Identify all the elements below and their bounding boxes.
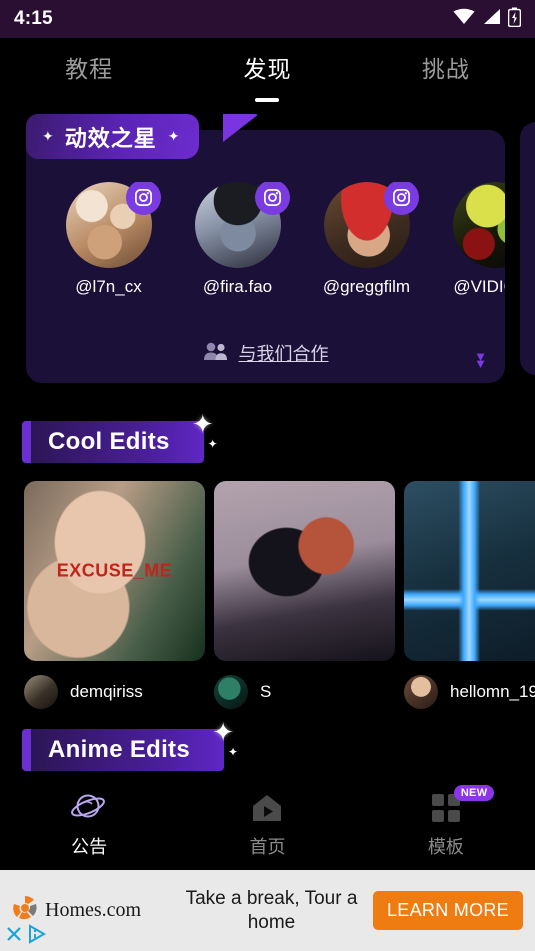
creator-item[interactable]: @greggfilm: [302, 182, 431, 297]
tab-tutorials[interactable]: 教程: [0, 38, 178, 84]
status-bar: 4:15: [0, 0, 535, 38]
video-thumbnail[interactable]: [214, 481, 395, 661]
double-chevron-down-icon[interactable]: ▼ ▼: [474, 350, 487, 369]
status-time: 4:15: [14, 8, 53, 29]
video-card-footer[interactable]: hellomn_19: [404, 675, 535, 709]
ad-banner[interactable]: Homes.com Take a break, Tour a home LEAR…: [0, 870, 535, 951]
section-title: Cool Edits: [48, 428, 170, 455]
tab-challenge-label: 挑战: [421, 56, 470, 82]
tab-tutorials-label: 教程: [65, 56, 114, 82]
sparkle-small-icon: ✦: [207, 437, 218, 451]
nav-label-home: 首页: [249, 837, 286, 857]
nav-label-announcements: 公告: [71, 837, 108, 857]
tab-underline: [255, 98, 280, 102]
creator-handle: @fira.fao: [202, 277, 273, 296]
star-carousel[interactable]: ✦ 动效之星 ✦ @l7n_cx @fira.fao @greggfilm @V…: [0, 108, 535, 383]
nav-item-announcements[interactable]: 公告: [0, 789, 178, 859]
creator-item[interactable]: @fira.fao: [173, 182, 302, 297]
tab-discover-label: 发现: [243, 56, 292, 82]
tab-discover[interactable]: 发现: [178, 38, 356, 102]
sparkle-icon: ✦: [167, 128, 180, 144]
discover-feed[interactable]: ✦ 动效之星 ✦ @l7n_cx @fira.fao @greggfilm @V…: [0, 108, 535, 778]
thumbnail-overlay-text: EXCUSE_ME: [56, 560, 173, 581]
video-thumbnail[interactable]: [404, 481, 535, 661]
sparkle-icon: ✦: [191, 409, 214, 439]
avatar[interactable]: [404, 675, 438, 709]
video-card[interactable]: EXCUSE_ME demqiriss: [24, 481, 205, 709]
video-card[interactable]: hellomn_19: [404, 481, 535, 709]
video-card-footer[interactable]: demqiriss: [24, 675, 205, 709]
section-title: Anime Edits: [48, 736, 190, 763]
sparkle-icon: ✦: [212, 717, 234, 747]
instagram-icon[interactable]: [384, 182, 419, 215]
grid-icon: [357, 789, 535, 827]
collaborate-label: 与我们合作: [238, 344, 329, 364]
collaborate-link[interactable]: 与我们合作: [26, 340, 505, 366]
video-thumbnail[interactable]: EXCUSE_ME: [24, 481, 205, 661]
top-tab-bar: 教程 发现 挑战: [0, 38, 535, 108]
creator-item[interactable]: @VIDICTS: [431, 182, 505, 297]
people-icon: [203, 341, 229, 366]
section-header-anime-edits: Anime Edits ✦ ✦: [22, 717, 238, 771]
status-icons: [453, 7, 522, 32]
video-card[interactable]: S󠀠󠀠󠀠󠀠󠀠󠀠󠀠󠀠 󠀠󠀠󠀠: [214, 481, 395, 709]
creator-handle: @VIDICTS: [453, 277, 505, 296]
creator-list[interactable]: @l7n_cx @fira.fao @greggfilm @VIDI: [26, 182, 505, 297]
ad-headline: Take a break, Tour a home: [185, 887, 358, 933]
creator-item[interactable]: @l7n_cx: [44, 182, 173, 297]
planet-icon: [0, 789, 178, 827]
wifi-icon: [453, 8, 475, 30]
video-username: S󠀠󠀠󠀠󠀠󠀠󠀠󠀠󠀠 󠀠󠀠󠀠: [260, 682, 277, 701]
section-pill: Cool Edits: [22, 421, 204, 463]
nav-item-templates[interactable]: NEW 模板: [357, 785, 535, 859]
creator-handle: @l7n_cx: [75, 277, 142, 296]
sparkle-icon: ✦: [42, 128, 54, 144]
instagram-icon[interactable]: [126, 182, 161, 215]
nav-label-templates: 模板: [427, 837, 464, 857]
sparkle-small-icon: ✦: [227, 745, 238, 759]
video-username: hellomn_19: [450, 682, 535, 701]
star-card[interactable]: ✦ 动效之星 ✦ @l7n_cx @fira.fao @greggfilm @V…: [26, 114, 505, 383]
close-icon[interactable]: [4, 924, 24, 949]
creator-handle: @greggfilm: [322, 277, 411, 296]
avatar[interactable]: [452, 182, 505, 268]
section-pill: Anime Edits: [22, 729, 224, 771]
video-card-footer[interactable]: S󠀠󠀠󠀠󠀠󠀠󠀠󠀠󠀠 󠀠󠀠󠀠: [214, 675, 395, 709]
learn-more-button[interactable]: LEARN MORE: [372, 891, 523, 930]
ad-controls[interactable]: [0, 922, 54, 951]
signal-icon: [482, 8, 501, 30]
avatar[interactable]: [214, 675, 248, 709]
video-username: demqiriss: [70, 682, 143, 701]
ribbon-title: 动效之星: [64, 125, 157, 151]
bottom-navigation: 公告 首页 NEW 模板: [0, 778, 535, 870]
avatar[interactable]: [24, 675, 58, 709]
ad-brand-label: Homes.com: [45, 899, 142, 921]
ribbon-fold: [223, 114, 259, 142]
adchoices-icon[interactable]: [28, 924, 50, 949]
battery-charging-icon: [507, 7, 522, 32]
video-card-row[interactable]: EXCUSE_ME demqiriss S󠀠󠀠󠀠󠀠󠀠󠀠󠀠󠀠 󠀠󠀠󠀠: [0, 463, 535, 709]
star-card-next-peek[interactable]: [520, 122, 535, 375]
nav-item-home[interactable]: 首页: [178, 789, 356, 859]
new-badge: NEW: [453, 785, 495, 801]
home-play-icon: [178, 789, 356, 827]
instagram-icon[interactable]: [255, 182, 290, 215]
section-header-cool-edits: Cool Edits ✦ ✦: [22, 409, 218, 463]
tab-challenge[interactable]: 挑战: [357, 38, 535, 84]
ribbon-banner: ✦ 动效之星 ✦: [26, 114, 200, 159]
